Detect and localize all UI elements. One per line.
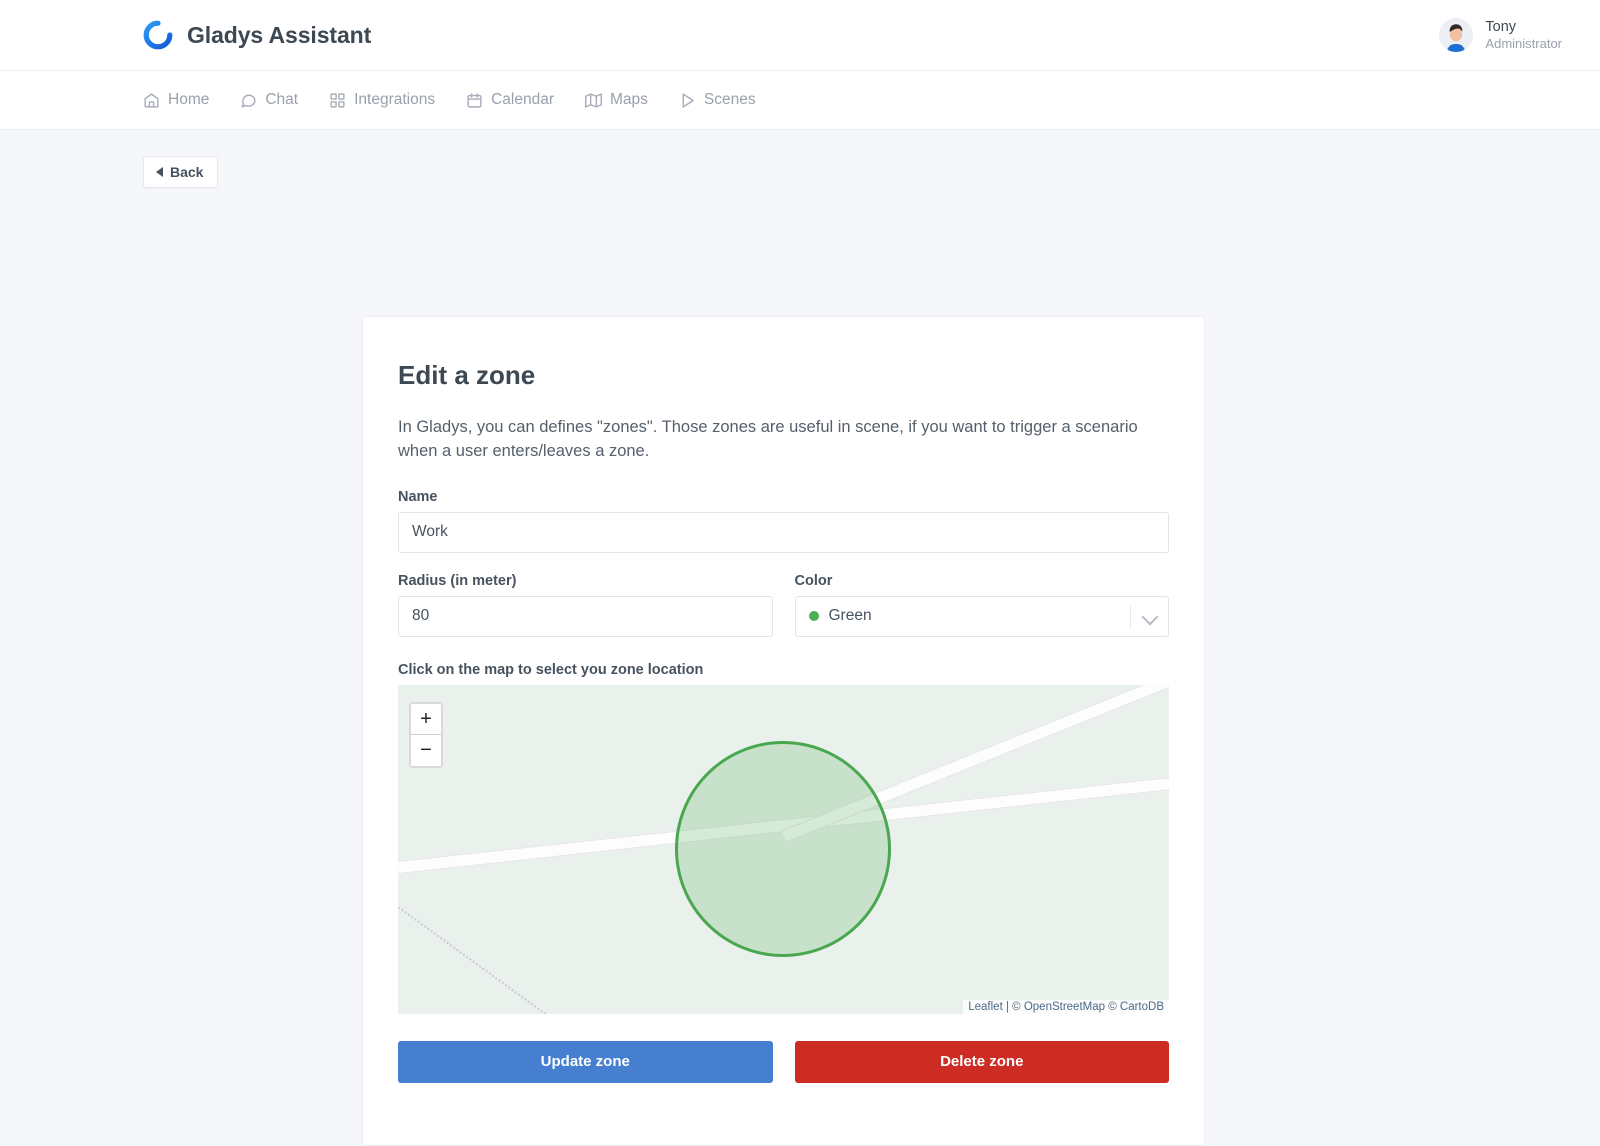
attribution-sep-2: © <box>1105 1001 1120 1013</box>
zone-radius-circle[interactable] <box>675 741 891 957</box>
calendar-icon <box>466 92 483 109</box>
zone-radius-input[interactable] <box>398 596 773 637</box>
form-actions: Update zone Delete zone <box>398 1041 1169 1083</box>
back-button[interactable]: Back <box>143 156 218 188</box>
radius-label: Radius (in meter) <box>398 573 773 589</box>
nav-item-maps[interactable]: Maps <box>585 85 648 115</box>
attribution-sep-1: | © <box>1003 1001 1024 1013</box>
leaflet-link[interactable]: Leaflet <box>968 1001 1003 1013</box>
nav-item-home[interactable]: Home <box>143 85 209 115</box>
page-title: Edit a zone <box>398 360 1169 391</box>
map-instruction-label: Click on the map to select you zone loca… <box>398 662 1169 678</box>
map-zoom-out-button[interactable]: − <box>411 735 441 766</box>
user-menu[interactable]: Tony Administrator <box>1439 18 1562 52</box>
card-description: In Gladys, you can defines "zones". Thos… <box>398 415 1169 464</box>
main-navigation: Home Chat Integrations Calendar <box>0 71 1600 130</box>
map-zoom-in-button[interactable]: + <box>411 704 441 735</box>
name-label: Name <box>398 489 1169 505</box>
grid-icon <box>329 92 346 109</box>
nav-label-calendar: Calendar <box>491 91 554 109</box>
brand-title: Gladys Assistant <box>187 22 371 49</box>
brand[interactable]: Gladys Assistant <box>143 20 371 50</box>
nav-item-chat[interactable]: Chat <box>240 85 298 115</box>
zone-location-map[interactable]: + − Leaflet | © OpenStreetMap © CartoDB <box>398 685 1169 1014</box>
message-square-icon <box>240 92 257 109</box>
nav-item-scenes[interactable]: Scenes <box>679 85 756 115</box>
openstreetmap-link[interactable]: OpenStreetMap <box>1024 1001 1105 1013</box>
app-header: Gladys Assistant Tony Administrator <box>0 0 1600 71</box>
page-content: Back Edit a zone In Gladys, you can defi… <box>0 130 1600 188</box>
cartodb-link[interactable]: CartoDB <box>1120 1001 1164 1013</box>
color-label: Color <box>795 573 1170 589</box>
map-footpath <box>398 896 645 1014</box>
color-field: Color Green <box>795 573 1170 637</box>
delete-zone-button[interactable]: Delete zone <box>795 1041 1170 1083</box>
edit-zone-card: Edit a zone In Gladys, you can defines "… <box>362 316 1205 1146</box>
chevron-down-icon[interactable] <box>1142 608 1159 625</box>
nav-label-chat: Chat <box>265 91 298 109</box>
radius-color-row: Radius (in meter) Color Green <box>398 573 1169 637</box>
zone-color-select[interactable]: Green <box>795 596 1170 637</box>
user-meta: Tony Administrator <box>1485 18 1562 52</box>
nav-item-calendar[interactable]: Calendar <box>466 85 554 115</box>
triangle-left-icon <box>156 167 163 177</box>
color-swatch-icon <box>809 611 819 621</box>
update-zone-button[interactable]: Update zone <box>398 1041 773 1083</box>
map-attribution: Leaflet | © OpenStreetMap © CartoDB <box>963 1000 1169 1014</box>
nav-item-integrations[interactable]: Integrations <box>329 85 435 115</box>
gladys-logo-icon <box>143 20 173 50</box>
back-button-label: Back <box>170 164 203 180</box>
zone-color-value: Green <box>829 607 872 625</box>
user-avatar <box>1439 18 1473 52</box>
nav-label-scenes: Scenes <box>704 91 756 109</box>
user-name: Tony <box>1485 18 1562 36</box>
select-separator <box>1130 606 1131 628</box>
zone-name-input[interactable] <box>398 512 1169 553</box>
user-role: Administrator <box>1485 36 1562 52</box>
radius-field: Radius (in meter) <box>398 573 773 637</box>
home-icon <box>143 92 160 109</box>
map-zoom-controls: + − <box>409 702 443 768</box>
play-icon <box>679 92 696 109</box>
map-icon <box>585 92 602 109</box>
nav-label-maps: Maps <box>610 91 648 109</box>
nav-label-home: Home <box>168 91 209 109</box>
nav-label-integrations: Integrations <box>354 91 435 109</box>
